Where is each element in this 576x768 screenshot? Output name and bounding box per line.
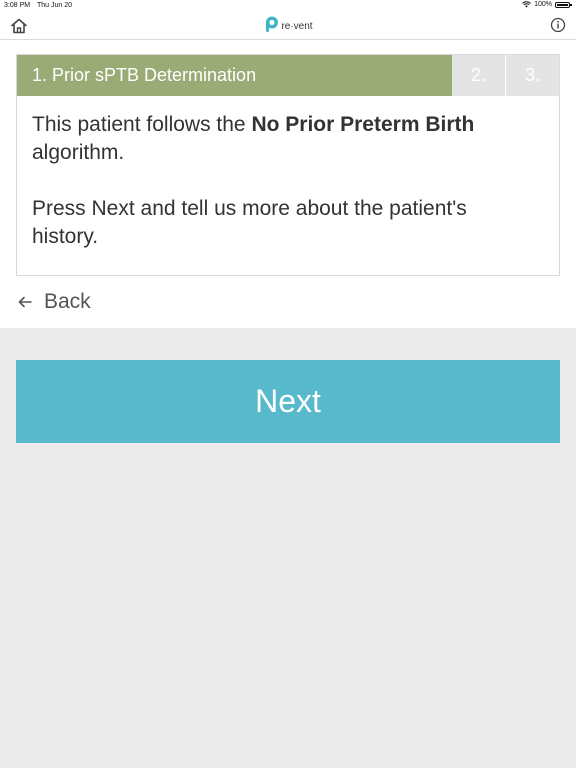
step-3: 3.: [506, 55, 559, 96]
app-logo: re·vent: [263, 15, 313, 33]
message-suffix: algorithm.: [32, 141, 125, 164]
arrow-left-icon: [18, 296, 32, 308]
status-date: Thu Jun 20: [37, 2, 73, 9]
card-message: This patient follows the No Prior Preter…: [32, 111, 532, 251]
home-icon[interactable]: [10, 17, 28, 35]
step-2: 2.: [452, 55, 505, 96]
status-right: 100%: [522, 1, 572, 8]
back-label: Back: [44, 290, 91, 313]
nav-bar: re·vent: [0, 12, 576, 40]
back-button[interactable]: Back: [18, 290, 91, 314]
status-time: 3:08 PM: [4, 2, 31, 9]
step-indicator: 1. Prior sPTB Determination 2. 3.: [17, 55, 559, 96]
next-button[interactable]: Next: [16, 360, 560, 443]
message-prefix: This patient follows the: [32, 113, 252, 136]
wifi-icon: [522, 1, 531, 8]
battery-percentage: 100%: [534, 1, 552, 8]
step-1-active: 1. Prior sPTB Determination: [17, 55, 452, 96]
logo-p-icon: [265, 16, 278, 32]
instruction-message: Press Next and tell us more about the pa…: [32, 197, 467, 248]
info-icon[interactable]: [550, 17, 566, 33]
battery-icon: [555, 1, 572, 8]
logo-text: re·vent: [281, 20, 313, 32]
algorithm-name: No Prior Preterm Birth: [251, 113, 475, 136]
status-bar: 3:08 PM Thu Jun 20 100%: [0, 0, 576, 12]
algorithm-message: This patient follows the No Prior Preter…: [32, 111, 532, 167]
determination-card: 1. Prior sPTB Determination 2. 3. This p…: [16, 54, 560, 276]
